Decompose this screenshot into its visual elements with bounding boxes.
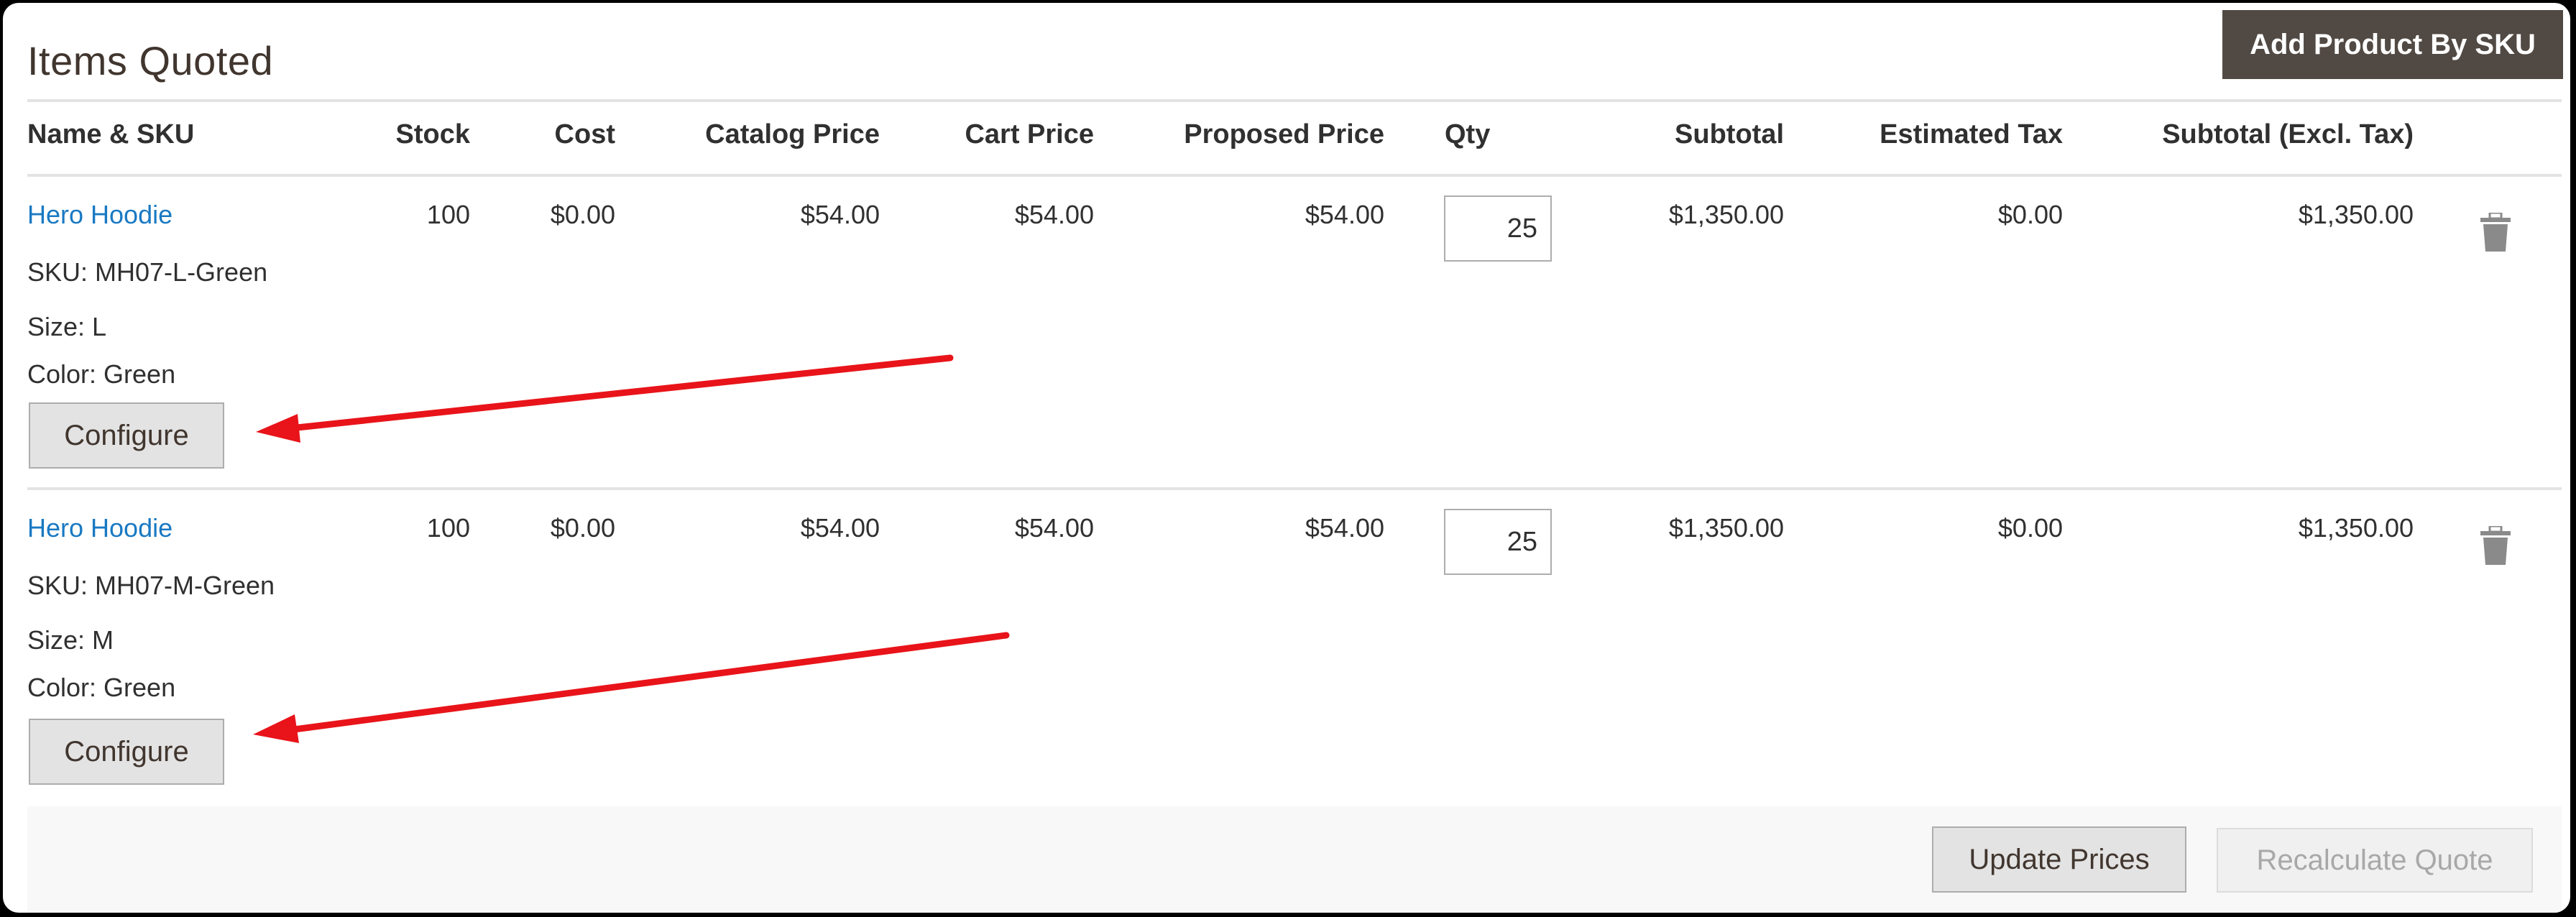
product-color: Color: Green [27,673,176,702]
qty-input[interactable] [1444,509,1552,575]
cost-value: $0.00 [550,200,615,229]
recalculate-quote-button: Recalculate Quote [2217,828,2533,893]
cost-value: $0.00 [550,513,615,543]
column-header-cart-price: Cart Price [965,119,1094,149]
product-name-link[interactable]: Hero Hoodie [27,200,172,230]
column-header-cost: Cost [554,119,615,149]
subtotal-excl-tax-value: $1,350.00 [2298,513,2414,543]
product-size: Size: L [27,312,107,341]
product-sku: SKU: MH07-L-Green [27,257,268,287]
items-quoted-panel: Items Quoted Add Product By SKU Name & S… [3,3,2570,913]
proposed-price-value: $54.00 [1305,513,1384,543]
column-header-subtotal: Subtotal [1675,119,1784,149]
divider [27,487,2562,490]
qty-input[interactable] [1444,195,1552,262]
configure-button[interactable]: Configure [29,402,224,469]
divider [27,174,2562,177]
update-prices-button[interactable]: Update Prices [1932,826,2186,893]
column-header-qty: Qty [1445,119,1491,149]
estimated-tax-value: $0.00 [1997,513,2063,543]
product-name-link[interactable]: Hero Hoodie [27,513,172,543]
column-header-subtotal-excl-tax: Subtotal (Excl. Tax) [2162,119,2414,149]
annotation-arrow [256,354,954,443]
column-header-estimated-tax: Estimated Tax [1880,119,2063,149]
proposed-price-value: $54.00 [1305,200,1384,229]
column-header-stock: Stock [395,119,470,149]
subtotal-value: $1,350.00 [1668,513,1784,543]
product-size: Size: M [27,625,114,655]
subtotal-excl-tax-value: $1,350.00 [2298,200,2414,229]
divider [27,99,2562,102]
column-header-proposed-price: Proposed Price [1184,119,1384,149]
product-sku: SKU: MH07-M-Green [27,571,275,600]
section-title: Items Quoted [27,38,274,83]
configure-button[interactable]: Configure [29,719,224,785]
cart-price-value: $54.00 [1014,200,1094,229]
stock-value: 100 [426,200,470,229]
annotation-arrow [253,632,1010,743]
column-header-name-sku: Name & SKU [27,119,195,149]
stock-value: 100 [426,513,470,543]
estimated-tax-value: $0.00 [1997,200,2063,229]
add-product-by-sku-button[interactable]: Add Product By SKU [2222,10,2563,79]
column-header-catalog-price: Catalog Price [705,119,880,149]
trash-icon[interactable] [2480,525,2511,566]
subtotal-value: $1,350.00 [1668,200,1784,229]
trash-icon[interactable] [2480,211,2511,253]
cart-price-value: $54.00 [1014,513,1094,543]
product-color: Color: Green [27,359,176,389]
catalog-price-value: $54.00 [800,513,880,543]
catalog-price-value: $54.00 [800,200,880,229]
